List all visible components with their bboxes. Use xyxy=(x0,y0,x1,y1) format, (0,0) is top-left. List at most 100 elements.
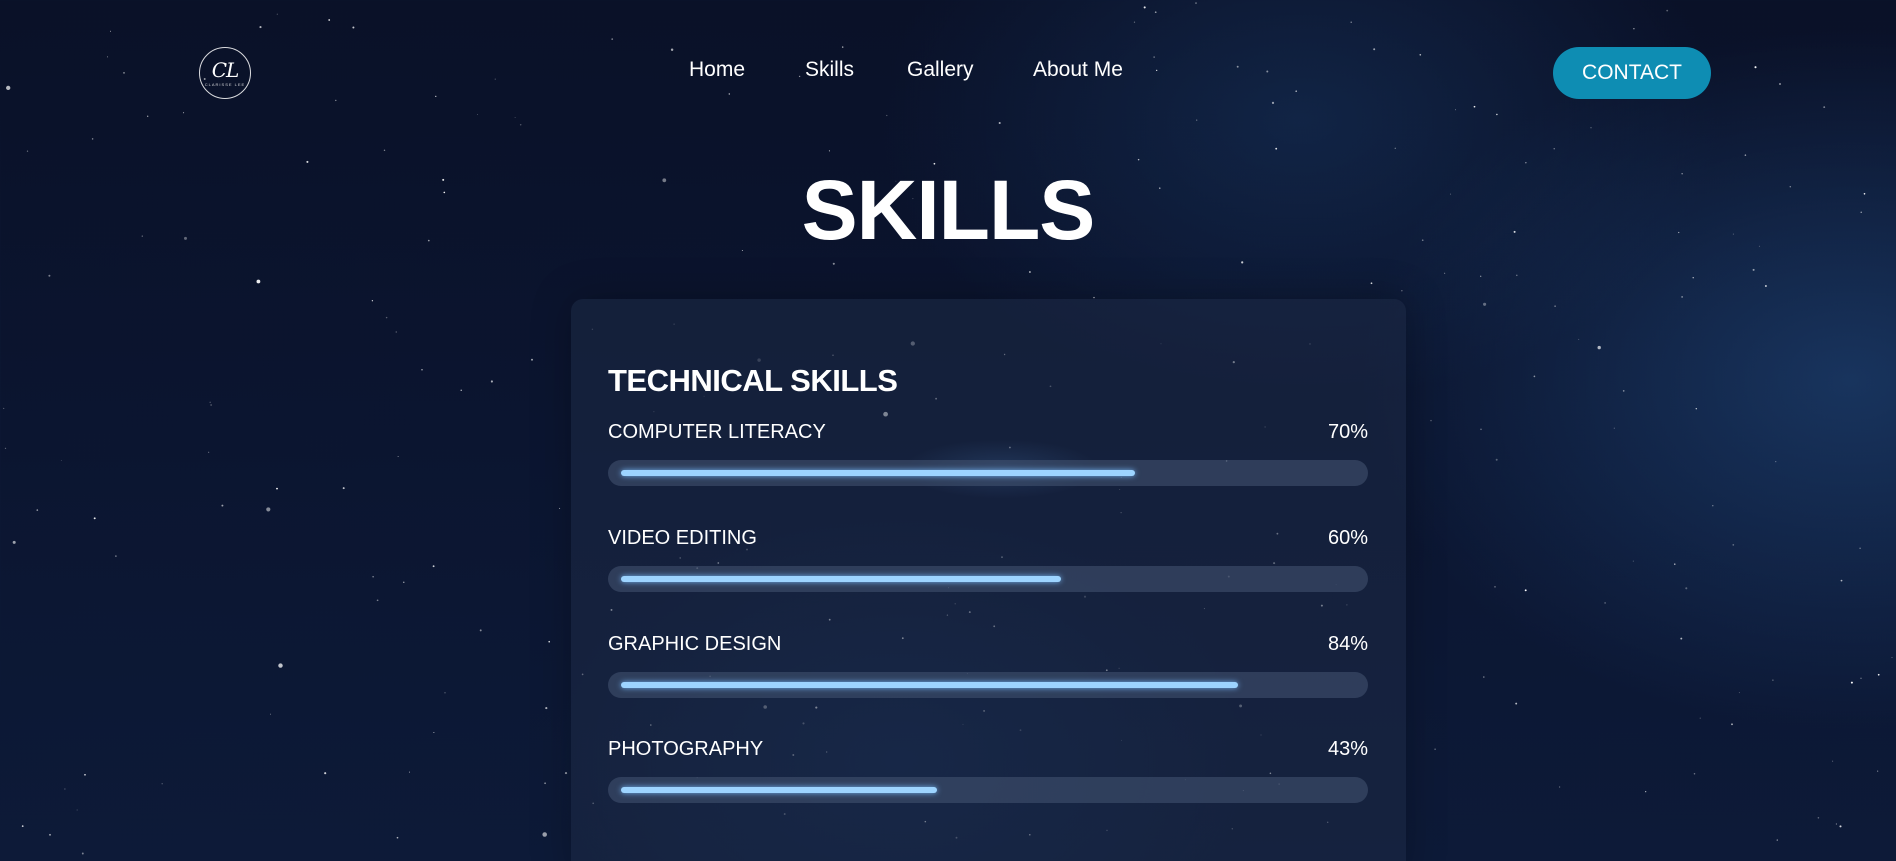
page-title: SKILLS xyxy=(801,163,1096,257)
technical-skills-card: TECHNICAL SKILLS COMPUTER LITERACY 70% V… xyxy=(571,299,1406,861)
star xyxy=(1776,839,1778,841)
skill-progress-fill xyxy=(621,682,1238,688)
star xyxy=(1578,338,1580,340)
skill-progress-fill xyxy=(621,576,1061,582)
star xyxy=(276,487,278,490)
star xyxy=(1752,268,1755,271)
skill-progress-fill xyxy=(621,470,1135,476)
star xyxy=(1839,825,1842,828)
star xyxy=(1434,748,1436,751)
star xyxy=(1401,290,1403,292)
skill-percent: 60% xyxy=(1327,527,1368,549)
skill-progress-fill xyxy=(621,787,937,793)
star xyxy=(1685,587,1688,590)
star xyxy=(1859,547,1861,550)
skill-name: PHOTOGRAPHY xyxy=(608,738,764,760)
skill-item: VIDEO EDITING 60% xyxy=(608,527,1368,607)
star xyxy=(1772,679,1774,681)
star xyxy=(48,274,51,277)
star xyxy=(559,507,561,509)
star xyxy=(1028,271,1031,273)
star xyxy=(210,404,212,406)
star xyxy=(1712,505,1714,507)
star xyxy=(1744,154,1747,156)
skill-item: GRAPHIC DESIGN 84% xyxy=(608,633,1368,713)
skill-name: VIDEO EDITING xyxy=(608,527,757,549)
star xyxy=(1891,656,1893,659)
star xyxy=(278,663,283,668)
star xyxy=(1597,345,1601,350)
skill-name: GRAPHIC DESIGN xyxy=(608,633,782,655)
star xyxy=(1764,285,1767,287)
star xyxy=(548,640,550,643)
star xyxy=(1877,673,1880,676)
star xyxy=(1604,602,1606,604)
star xyxy=(421,369,423,371)
star xyxy=(372,576,374,578)
star xyxy=(1850,681,1853,684)
star xyxy=(1554,305,1556,307)
star xyxy=(12,540,16,544)
star xyxy=(444,692,446,694)
skill-progress-track xyxy=(608,672,1368,698)
star xyxy=(93,517,96,520)
star xyxy=(36,509,39,511)
star xyxy=(209,401,211,403)
star xyxy=(460,389,462,391)
skill-percent: 84% xyxy=(1327,633,1368,655)
star xyxy=(545,707,548,710)
star xyxy=(1681,296,1683,298)
star xyxy=(3,407,5,409)
star xyxy=(1483,302,1487,306)
star xyxy=(1480,428,1482,431)
skill-name: COMPUTER LITERACY xyxy=(608,421,826,443)
star xyxy=(1622,390,1625,392)
contact-button[interactable]: CONTACT xyxy=(1553,47,1711,99)
star xyxy=(376,599,379,602)
star xyxy=(1275,147,1278,150)
nav-link-about-me[interactable]: About Me xyxy=(1033,58,1123,82)
star xyxy=(564,772,568,775)
star xyxy=(81,852,84,855)
skill-progress-track xyxy=(608,460,1368,486)
nav-link-gallery[interactable]: Gallery xyxy=(907,58,974,82)
star xyxy=(408,771,410,773)
star xyxy=(1533,375,1536,378)
star xyxy=(1674,563,1676,565)
star xyxy=(76,809,78,811)
star xyxy=(1695,408,1698,410)
star xyxy=(1444,272,1446,274)
star xyxy=(221,504,224,507)
star xyxy=(1480,275,1482,277)
star xyxy=(1731,723,1733,726)
card-title: TECHNICAL SKILLS xyxy=(608,363,898,398)
star xyxy=(1835,823,1837,825)
star xyxy=(64,788,66,790)
star xyxy=(1738,692,1740,694)
star xyxy=(1516,274,1518,277)
star xyxy=(479,629,482,632)
star xyxy=(490,380,493,383)
star xyxy=(1860,677,1862,679)
star xyxy=(1840,579,1843,582)
star xyxy=(397,455,399,457)
nav-link-home[interactable]: Home xyxy=(689,58,745,82)
star xyxy=(342,487,345,490)
star xyxy=(1370,282,1373,285)
star xyxy=(383,149,386,152)
star xyxy=(371,300,374,302)
star xyxy=(84,774,86,776)
star xyxy=(270,713,271,715)
skill-item: PHOTOGRAPHY 43% xyxy=(608,738,1368,818)
star xyxy=(1775,461,1777,463)
star xyxy=(324,772,327,775)
star xyxy=(1483,676,1485,678)
nav-link-skills[interactable]: Skills xyxy=(805,58,854,82)
skill-item: COMPUTER LITERACY 70% xyxy=(608,421,1368,501)
star xyxy=(1394,147,1396,149)
star xyxy=(396,836,399,839)
star xyxy=(828,150,830,152)
star xyxy=(1817,817,1820,819)
star xyxy=(1699,717,1701,719)
star xyxy=(21,825,24,827)
